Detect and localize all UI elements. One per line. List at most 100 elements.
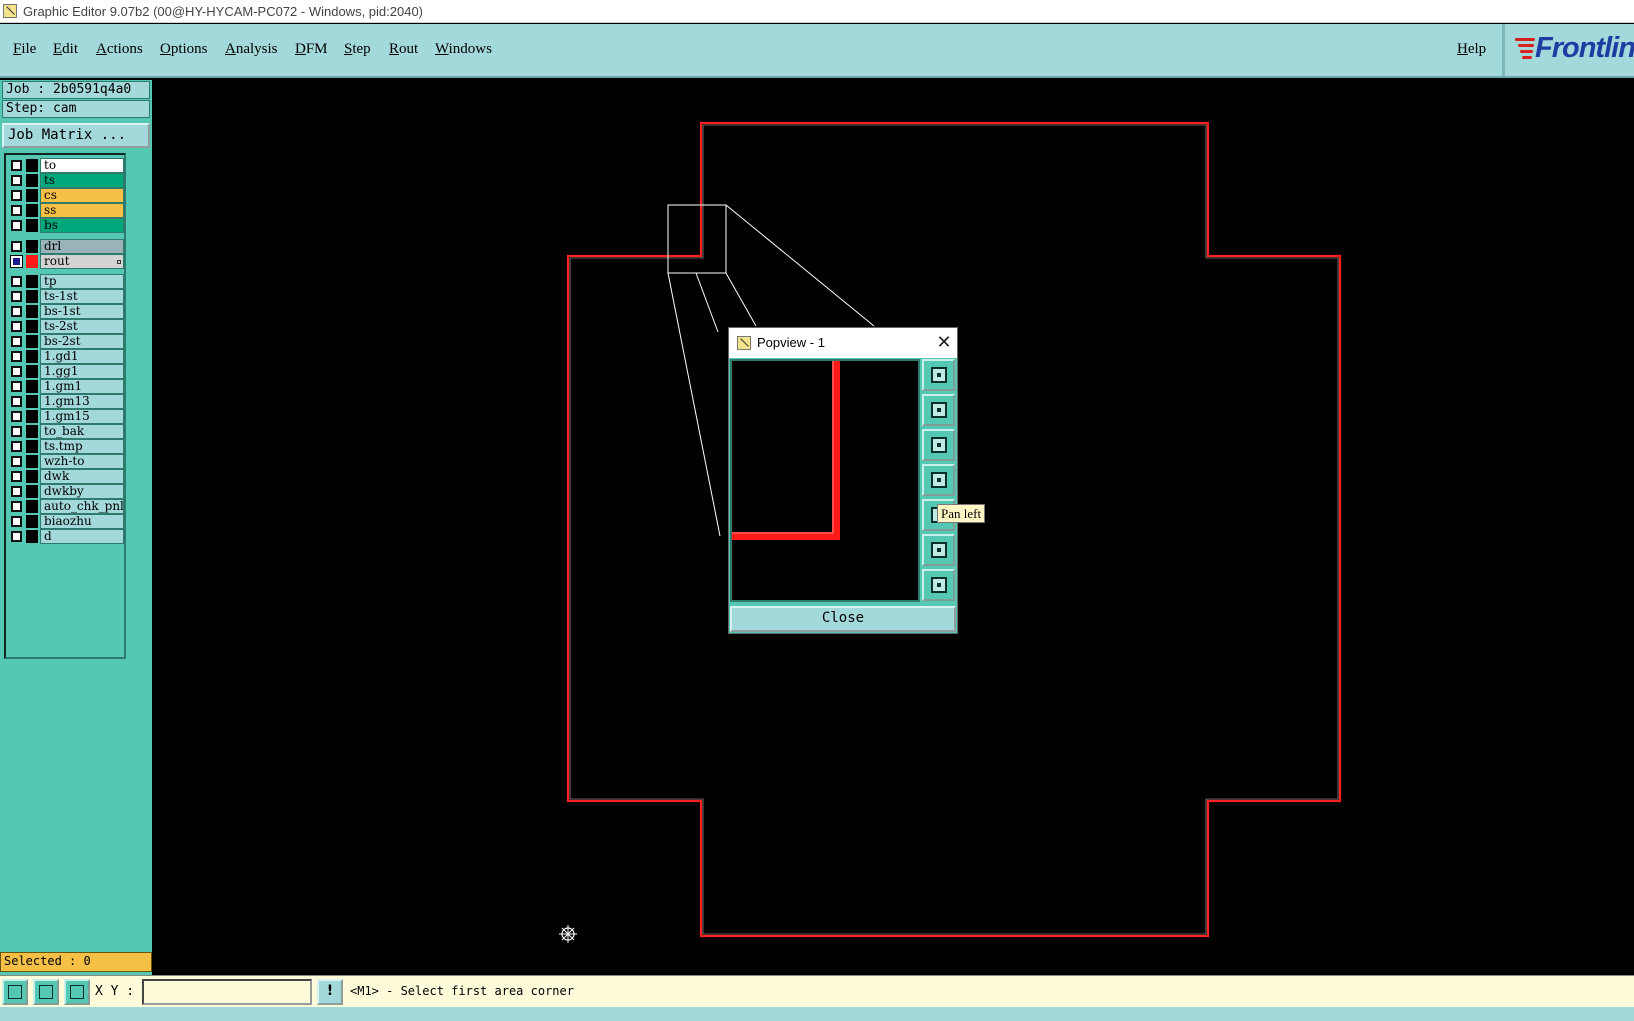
job-matrix-button[interactable]: Job Matrix ... <box>2 123 150 148</box>
layer-color-swatch[interactable] <box>26 290 38 303</box>
layer-color-swatch[interactable] <box>26 320 38 333</box>
layer-checkbox[interactable] <box>11 381 22 392</box>
menu-dfm[interactable]: DFM <box>295 41 328 58</box>
layer-row-1.gg1[interactable]: 1.gg1 <box>6 364 124 379</box>
layer-name[interactable]: dwk <box>40 469 124 484</box>
popview-close-button[interactable]: Close <box>730 606 956 632</box>
layer-color-swatch[interactable] <box>26 440 38 453</box>
layer-name[interactable]: bs-2st <box>40 334 124 349</box>
layer-name[interactable]: cs <box>40 188 124 203</box>
popview-viewport[interactable] <box>730 359 920 602</box>
layer-color-swatch[interactable] <box>26 350 38 363</box>
layer-name[interactable]: 1.gd1 <box>40 349 124 364</box>
zoom-out-button[interactable] <box>922 569 955 601</box>
layer-checkbox[interactable] <box>11 516 22 527</box>
layer-row-wzh-to[interactable]: wzh-to <box>6 454 124 469</box>
layer-row-1.gm15[interactable]: 1.gm15 <box>6 409 124 424</box>
layer-checkbox[interactable] <box>11 175 22 186</box>
layer-row-ts-2st[interactable]: ts-2st <box>6 319 124 334</box>
layer-row-1.gd1[interactable]: 1.gd1 <box>6 349 124 364</box>
layer-name[interactable]: to <box>40 158 124 173</box>
layer-checkbox[interactable] <box>11 160 22 171</box>
xy-input[interactable] <box>142 979 312 1005</box>
menu-rout[interactable]: Rout <box>389 41 418 58</box>
menu-options[interactable]: Options <box>160 41 208 58</box>
layer-color-swatch[interactable] <box>26 255 38 268</box>
layer-checkbox[interactable] <box>11 441 22 452</box>
layer-checkbox[interactable] <box>11 306 22 317</box>
menu-actions[interactable]: Actions <box>96 41 143 58</box>
layer-name[interactable]: rout <box>40 254 124 269</box>
layer-row-bs[interactable]: bs <box>6 218 124 233</box>
layer-checkbox[interactable] <box>11 276 22 287</box>
layer-name[interactable]: drl <box>40 239 124 254</box>
layer-color-swatch[interactable] <box>26 410 38 423</box>
layer-checkbox[interactable] <box>11 321 22 332</box>
pan-up-button[interactable] <box>922 394 955 426</box>
layer-color-swatch[interactable] <box>26 275 38 288</box>
layer-checkbox[interactable] <box>11 220 22 231</box>
layer-name[interactable]: 1.gm13 <box>40 394 124 409</box>
layer-color-swatch[interactable] <box>26 425 38 438</box>
layer-checkbox[interactable] <box>11 486 22 497</box>
layer-name[interactable]: biaozhu <box>40 514 124 529</box>
layer-name[interactable]: ss <box>40 203 124 218</box>
layer-row-rout[interactable]: rout <box>6 254 124 269</box>
pan-down-button[interactable] <box>922 429 955 461</box>
zoom-fit-button[interactable] <box>922 359 955 391</box>
layer-checkbox[interactable] <box>11 351 22 362</box>
layer-color-swatch[interactable] <box>26 455 38 468</box>
layer-name[interactable]: 1.gm15 <box>40 409 124 424</box>
layer-row-cs[interactable]: cs <box>6 188 124 203</box>
layer-row-bs-1st[interactable]: bs-1st <box>6 304 124 319</box>
layer-row-bs-2st[interactable]: bs-2st <box>6 334 124 349</box>
layer-name[interactable]: wzh-to <box>40 454 124 469</box>
layer-name[interactable]: bs-1st <box>40 304 124 319</box>
layer-row-biaozhu[interactable]: biaozhu <box>6 514 124 529</box>
layer-checkbox[interactable] <box>11 501 22 512</box>
menu-file[interactable]: File <box>13 41 36 58</box>
layer-name[interactable]: 1.gg1 <box>40 364 124 379</box>
layer-name[interactable]: ts.tmp <box>40 439 124 454</box>
layer-color-swatch[interactable] <box>26 219 38 232</box>
zoom-in-button[interactable] <box>922 534 955 566</box>
layer-color-swatch[interactable] <box>26 365 38 378</box>
close-icon[interactable]: ✕ <box>935 332 953 352</box>
layer-checkbox[interactable] <box>11 190 22 201</box>
layer-checkbox[interactable] <box>11 241 22 252</box>
layer-color-swatch[interactable] <box>26 335 38 348</box>
layer-color-swatch[interactable] <box>26 159 38 172</box>
layer-row-to_bak[interactable]: to_bak <box>6 424 124 439</box>
layer-row-1.gm1[interactable]: 1.gm1 <box>6 379 124 394</box>
layer-checkbox[interactable] <box>11 426 22 437</box>
layer-checkbox[interactable] <box>11 396 22 407</box>
layer-color-swatch[interactable] <box>26 500 38 513</box>
layer-color-swatch[interactable] <box>26 305 38 318</box>
layer-checkbox[interactable] <box>10 255 23 268</box>
layer-name[interactable]: 1.gm1 <box>40 379 124 394</box>
layer-row-d[interactable]: d <box>6 529 124 544</box>
menu-edit[interactable]: Edit <box>53 41 78 58</box>
layer-color-swatch[interactable] <box>26 174 38 187</box>
layer-row-ts-1st[interactable]: ts-1st <box>6 289 124 304</box>
warning-button[interactable]: ! <box>317 979 343 1005</box>
layer-name[interactable]: tp <box>40 274 124 289</box>
layer-name[interactable]: d <box>40 529 124 544</box>
layer-color-swatch[interactable] <box>26 395 38 408</box>
layer-row-dwk[interactable]: dwk <box>6 469 124 484</box>
layer-checkbox[interactable] <box>11 411 22 422</box>
measure-mode-button[interactable] <box>33 979 59 1005</box>
layer-row-to[interactable]: to <box>6 158 124 173</box>
layer-name[interactable]: auto_chk_pnl <box>40 499 124 514</box>
layer-color-swatch[interactable] <box>26 470 38 483</box>
menu-analysis[interactable]: Analysis <box>225 41 278 58</box>
layer-checkbox[interactable] <box>11 456 22 467</box>
layer-checkbox[interactable] <box>11 291 22 302</box>
layer-color-swatch[interactable] <box>26 485 38 498</box>
layer-color-swatch[interactable] <box>26 530 38 543</box>
layer-row-ts[interactable]: ts <box>6 173 124 188</box>
layer-row-ss[interactable]: ss <box>6 203 124 218</box>
popview-title-bar[interactable]: Popview - 1 ✕ <box>729 328 957 358</box>
layer-row-drl[interactable]: drl <box>6 239 124 254</box>
layer-row-ts.tmp[interactable]: ts.tmp <box>6 439 124 454</box>
